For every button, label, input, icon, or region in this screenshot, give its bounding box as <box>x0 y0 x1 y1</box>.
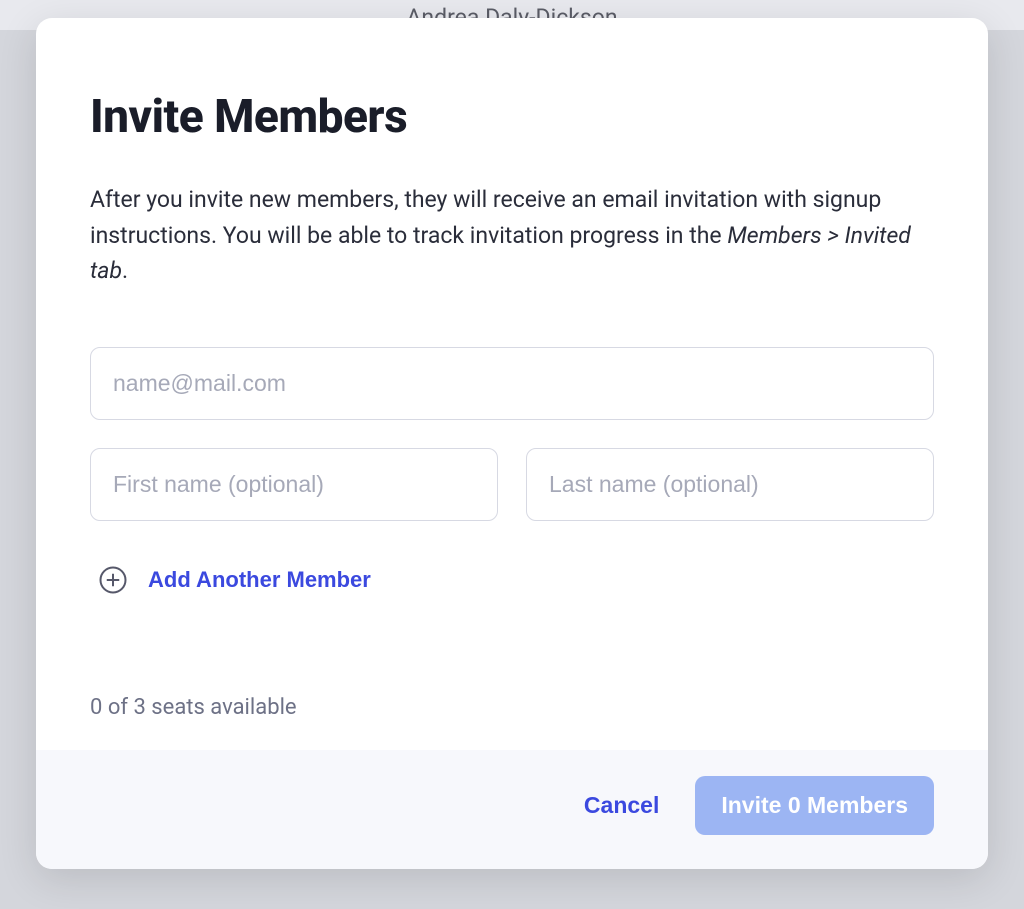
modal-description: After you invite new members, they will … <box>90 182 934 289</box>
modal-description-post: . <box>122 257 128 284</box>
cancel-button[interactable]: Cancel <box>580 784 663 827</box>
invite-members-button[interactable]: Invite 0 Members <box>695 776 934 835</box>
add-another-member-button[interactable]: Add Another Member <box>90 565 379 595</box>
modal-footer: Cancel Invite 0 Members <box>36 750 988 869</box>
plus-circle-icon <box>98 565 128 595</box>
modal-title: Invite Members <box>90 90 934 144</box>
first-name-field[interactable] <box>90 448 498 521</box>
seats-available-text: 0 of 3 seats available <box>90 695 934 720</box>
name-row <box>90 448 934 521</box>
invite-members-modal: Invite Members After you invite new memb… <box>36 18 988 869</box>
last-name-field[interactable] <box>526 448 934 521</box>
modal-body: Invite Members After you invite new memb… <box>36 18 988 750</box>
email-field[interactable] <box>90 347 934 420</box>
add-another-member-label: Add Another Member <box>148 567 371 593</box>
